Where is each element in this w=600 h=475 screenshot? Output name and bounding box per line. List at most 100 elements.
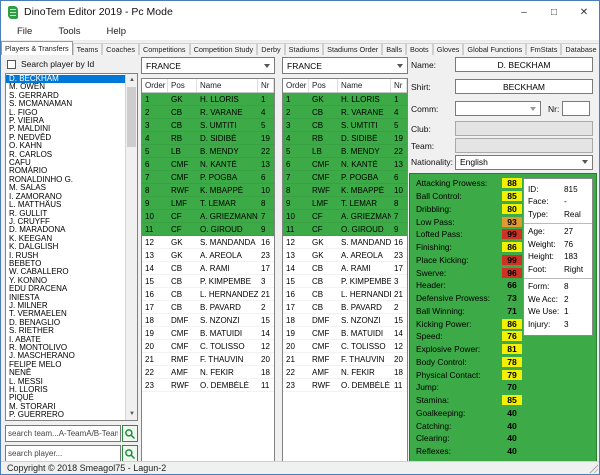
squad-row[interactable]: 3CBS. UMTITI5 [142,119,274,132]
menu-item-help[interactable]: Help [99,24,135,39]
squad-row[interactable]: 2CBR. VARANE4 [142,106,274,119]
tab-database[interactable]: Database [561,43,600,55]
column-header[interactable]: Pos [309,79,338,92]
squad-row[interactable]: 5LBB. MENDY22 [142,145,274,158]
squad-row[interactable]: 6CMFN. KANTÉ13 [283,158,407,171]
squad-row[interactable]: 15CBP. KIMPEMBE3 [283,275,407,288]
squad-row[interactable]: 4RBD. SIDIBÉ19 [283,132,407,145]
resize-grip[interactable] [588,463,598,473]
squad-row[interactable]: 11CFO. GIROUD9 [283,223,407,236]
column-header[interactable]: Name [338,79,391,92]
tab-derby[interactable]: Derby [257,43,284,55]
player-list-scrollbar[interactable]: ▲ ▼ [125,74,137,420]
info-value: 1 [564,307,569,316]
menu-item-file[interactable]: File [9,24,40,39]
name-field[interactable] [455,57,593,72]
squad-row[interactable]: 3CBS. UMTITI5 [283,119,407,132]
squad-row[interactable]: 17CBB. PAVARD2 [283,301,407,314]
tab-fmstats[interactable]: FmStats [526,43,561,55]
squad-row[interactable]: 9LMFT. LEMAR8 [283,197,407,210]
tab-global-functions[interactable]: Global Functions [463,43,526,55]
column-header[interactable]: Nr [258,79,274,92]
column-header[interactable]: Order [283,79,309,92]
search-player-button[interactable] [122,445,138,462]
squad-row[interactable]: 8RWFK. MBAPPÉ10 [142,184,274,197]
minimize-button[interactable]: – [509,1,539,23]
squad-cell: 15 [258,316,274,325]
tab-balls[interactable]: Balls [382,43,406,55]
scroll-down-icon[interactable]: ▼ [126,408,138,420]
squad-row[interactable]: 18DMFS. NZONZI15 [142,314,274,327]
squad-row[interactable]: 22AMFN. FEKIR18 [142,366,274,379]
column-header[interactable]: Order [142,79,168,92]
nationality-dropdown[interactable]: English [455,155,593,170]
tab-players-transfers[interactable]: Players & Transfers [1,41,73,55]
info-row: Age:27 [528,226,588,239]
squad-row[interactable]: 13GKA. AREOLA23 [142,249,274,262]
close-button[interactable]: ✕ [569,1,599,23]
squad-row[interactable]: 7CMFP. POGBA6 [283,171,407,184]
scroll-up-icon[interactable]: ▲ [126,74,138,86]
squad-row[interactable]: 5LBB. MENDY22 [283,145,407,158]
menu-item-tools[interactable]: Tools [50,24,88,39]
squad-row[interactable]: 19CMFB. MATUIDI14 [142,327,274,340]
tab-teams[interactable]: Teams [73,43,103,55]
squad-row[interactable]: 7CMFP. POGBA6 [142,171,274,184]
search-by-id-checkbox[interactable] [7,60,16,69]
tab-competition-study[interactable]: Competition Study [190,43,258,55]
tab-stadiums[interactable]: Stadiums [285,43,323,55]
player-list-item[interactable]: P. GUERRERO [6,411,125,419]
column-header[interactable]: Nr [391,79,407,92]
comm-dropdown[interactable] [455,101,541,116]
squad-row[interactable]: 15CBP. KIMPEMBE3 [142,275,274,288]
tab-coaches[interactable]: Coaches [102,43,139,55]
shirt-field[interactable] [455,79,593,94]
tab-boots[interactable]: Boots [406,43,433,55]
squad-cell: 6 [142,160,168,169]
column-header[interactable]: Name [197,79,258,92]
team-b-dropdown[interactable]: FRANCE [282,57,408,74]
squad-row[interactable]: 16CBL. HERNANDEZ21 [142,288,274,301]
squad-row[interactable]: 23RWFO. DEMBÉLÉ11 [283,379,407,392]
search-player-input[interactable] [5,445,121,462]
squad-row[interactable]: 14CBA. RAMI17 [142,262,274,275]
squad-row[interactable]: 2CBR. VARANE4 [283,106,407,119]
squad-row[interactable]: 23RWFO. DEMBÉLÉ11 [142,379,274,392]
squad-row[interactable]: 13GKA. AREOLA23 [283,249,407,262]
search-team-input[interactable] [5,425,121,442]
squad-cell: 22 [283,368,309,377]
squad-row[interactable]: 1GKH. LLORIS1 [283,93,407,106]
squad-row[interactable]: 10CFA. GRIEZMANN7 [283,210,407,223]
squad-row[interactable]: 8RWFK. MBAPPÉ10 [283,184,407,197]
chevron-down-icon [397,64,403,68]
squad-row[interactable]: 21RMFF. THAUVIN20 [283,353,407,366]
tab-gloves[interactable]: Gloves [433,43,464,55]
squad-row[interactable]: 22AMFN. FEKIR18 [283,366,407,379]
squad-row[interactable]: 16CBL. HERNANDEZ21 [283,288,407,301]
squad-row[interactable]: 12GKS. MANDANDA16 [142,236,274,249]
squad-row[interactable]: 11CFO. GIROUD9 [142,223,274,236]
scrollbar-thumb[interactable] [127,87,136,147]
squad-row[interactable]: 19CMFB. MATUIDI14 [283,327,407,340]
squad-row[interactable]: 18DMFS. NZONZI15 [283,314,407,327]
maximize-button[interactable]: □ [539,1,569,23]
nr-field[interactable] [562,101,590,116]
squad-row[interactable]: 12GKS. MANDANDA16 [283,236,407,249]
search-team-button[interactable] [122,425,138,442]
squad-row[interactable]: 4RBD. SIDIBÉ19 [142,132,274,145]
team-a-dropdown[interactable]: FRANCE [141,57,275,74]
squad-row[interactable]: 14CBA. RAMI17 [283,262,407,275]
column-header[interactable]: Pos [168,79,197,92]
info-label: Height: [528,252,564,261]
tab-competitions[interactable]: Competitions [139,43,190,55]
squad-row[interactable]: 20CMFC. TOLISSO12 [142,340,274,353]
squad-cell: 20 [142,342,168,351]
tab-stadiums-order[interactable]: Stadiums Order [323,43,382,55]
squad-row[interactable]: 10CFA. GRIEZMANN7 [142,210,274,223]
squad-row[interactable]: 6CMFN. KANTÉ13 [142,158,274,171]
squad-row[interactable]: 20CMFC. TOLISSO12 [283,340,407,353]
squad-row[interactable]: 21RMFF. THAUVIN20 [142,353,274,366]
squad-row[interactable]: 17CBB. PAVARD2 [142,301,274,314]
squad-row[interactable]: 9LMFT. LEMAR8 [142,197,274,210]
squad-row[interactable]: 1GKH. LLORIS1 [142,93,274,106]
